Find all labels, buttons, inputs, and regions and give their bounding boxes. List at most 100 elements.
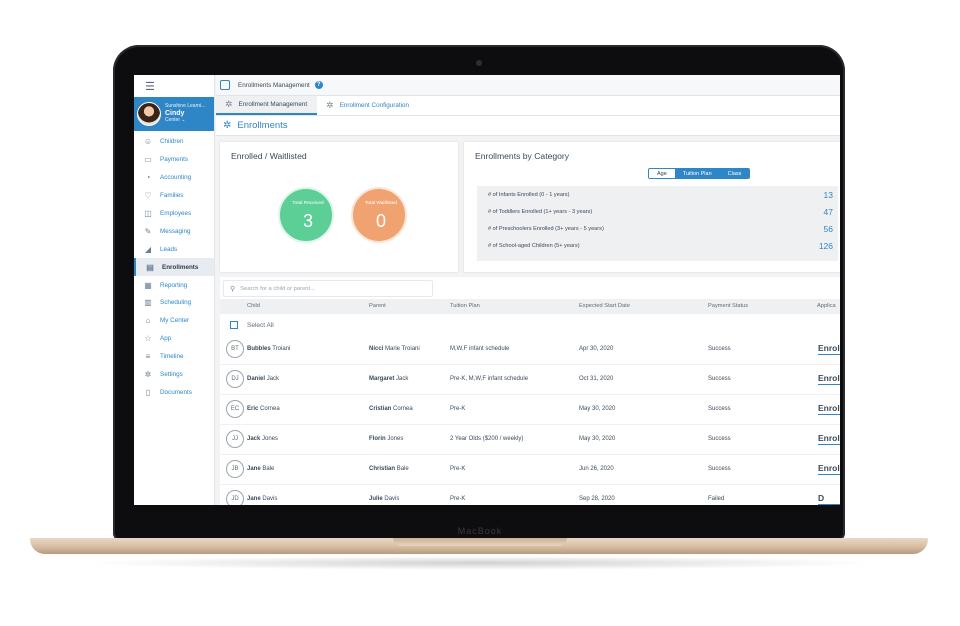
child-avatar: JD [226, 490, 244, 505]
parent-name[interactable]: Julie Davis [369, 496, 399, 502]
column-header[interactable]: Tuition Plan [450, 303, 480, 309]
sidebar-item-families[interactable]: ♡ Families [134, 187, 214, 205]
payment-status: Success [708, 436, 731, 442]
waitlisted-circle[interactable]: Total Waitlisted 0 [351, 187, 407, 243]
sidebar-item-label: App [160, 335, 172, 343]
column-header[interactable]: Payment Status [708, 303, 748, 309]
sidebar-item-label: Payments [160, 156, 188, 164]
child-name[interactable]: Daniel Jack [247, 376, 279, 382]
enroll-button[interactable]: Enroll [818, 343, 840, 355]
gear-icon: ✲ [326, 100, 334, 110]
child-name[interactable]: Bubbles Troiani [247, 346, 290, 352]
category-count[interactable]: 47 [824, 207, 833, 217]
segment-tuition-plan[interactable]: Tuition Plan [674, 169, 720, 178]
parent-name[interactable]: Florin Jones [369, 436, 403, 442]
topbar: Enrollments Management ? [216, 75, 840, 96]
sidebar-item-payments[interactable]: ▭ Payments [134, 151, 214, 169]
table-row[interactable]: EC Eric Cornea Cristian Cornea Pre-K May 30,… [220, 395, 840, 425]
reporting-icon: ▦ [144, 280, 152, 290]
column-header[interactable]: Applica [817, 303, 836, 309]
child-last-name: Jack [266, 376, 280, 382]
column-header[interactable]: Expected Start Date [579, 303, 630, 309]
sidebar-item-leads[interactable]: ◢ Leads [134, 240, 214, 258]
app-icon: ☆ [144, 334, 152, 344]
enroll-button[interactable]: D [818, 493, 840, 505]
received-circle[interactable]: Total Received 3 [278, 187, 334, 243]
enroll-button[interactable]: Enroll [818, 373, 840, 385]
parent-last-name: Cornea [393, 406, 413, 412]
sidebar-item-settings[interactable]: ✲ Settings [134, 366, 214, 384]
start-date: Jun 26, 2020 [579, 466, 614, 472]
tuition-plan: Pre-K, M,W,F infant schedule [450, 376, 529, 382]
start-date: Oct 31, 2020 [579, 376, 614, 382]
table-row[interactable]: JD Jane Davis Julie Davis Pre-K Sep 28, 2020… [220, 485, 840, 505]
sidebar-item-employees[interactable]: ◫ Employees [134, 205, 214, 223]
sidebar-item-enrollments[interactable]: ▤ Enrollments [134, 258, 214, 277]
chevron-down-icon[interactable]: ⌄ [181, 117, 185, 123]
payment-status: Success [708, 406, 731, 412]
sidebar-item-timeline[interactable]: ≡ Timeline [134, 348, 214, 366]
timeline-icon: ≡ [145, 352, 151, 362]
enroll-button[interactable]: Enroll [818, 403, 840, 415]
child-name[interactable]: Jane Davis [247, 496, 277, 502]
table-row[interactable]: JB Jane Bale Christian Bale Pre-K Jun 26, 20… [220, 455, 840, 485]
table-row[interactable]: DJ Daniel Jack Margaret Jack Pre-K, M,W,F i… [220, 365, 840, 395]
segment-class[interactable]: Class [719, 169, 750, 178]
parent-name[interactable]: Cristian Cornea [369, 406, 413, 412]
profile-card[interactable]: Sunshine Learni... Cindy Center ⌄ [134, 97, 214, 131]
parent-last-name: Jones [387, 436, 404, 442]
parent-name[interactable]: Nicci Marie Troiani [369, 346, 420, 352]
sidebar-item-scheduling[interactable]: ▥ Scheduling [134, 294, 214, 312]
children-icon: ☺ [143, 137, 153, 147]
table-row[interactable]: BT Bubbles Troiani Nicci Marie Troiani M,W,… [220, 335, 840, 365]
tab-enrollment-configuration[interactable]: ✲ Enrollment Configuration [317, 96, 419, 115]
enroll-button[interactable]: Enroll [818, 463, 840, 475]
tab-bar: ✲ Enrollment Management ✲ Enrollment Con… [216, 96, 840, 116]
sidebar-item-app[interactable]: ☆ App [134, 330, 214, 348]
category-count[interactable]: 126 [819, 241, 833, 251]
child-first-name: Jack [247, 436, 261, 442]
enroll-button[interactable]: Enroll [818, 433, 840, 445]
category-row: # of Toddlers Enrolled (1+ years - 3 yea… [477, 203, 838, 220]
column-header[interactable]: Child [247, 303, 260, 309]
tuition-plan: M,W,F infant schedule [450, 346, 510, 352]
tab-enrollment-management[interactable]: ✲ Enrollment Management [216, 96, 318, 115]
search-input[interactable]: ⚲ Search for a child or parent... [223, 280, 433, 297]
sidebar-item-accounting[interactable]: ◔ Accounting [134, 169, 214, 187]
category-label: # of School-aged Children (5+ years) [488, 242, 580, 249]
child-first-name: Daniel [247, 376, 266, 382]
parent-last-name: Bale [396, 466, 409, 472]
sidebar-item-my-center[interactable]: ⌂ My Center [134, 312, 214, 330]
sidebar-item-children[interactable]: ☺ Children [134, 133, 214, 151]
child-name[interactable]: Jane Bale [247, 466, 274, 472]
settings-icon: ✲ [144, 370, 152, 380]
help-icon[interactable]: ? [314, 81, 323, 89]
child-name[interactable]: Jack Jones [247, 436, 278, 442]
column-header[interactable]: Parent [369, 303, 386, 309]
parent-name[interactable]: Margaret Jack [369, 376, 408, 382]
sidebar-item-label: Scheduling [160, 299, 192, 307]
table-row[interactable]: JJ Jack Jones Florin Jones 2 Year Olds ($20… [220, 425, 840, 455]
segment-age[interactable]: Age [649, 169, 675, 178]
tuition-plan: Pre-K [450, 406, 466, 412]
select-all[interactable]: Select All [230, 321, 274, 329]
parent-last-name: Davis [384, 496, 400, 502]
sidebar-item-reporting[interactable]: ▦ Reporting [134, 276, 214, 294]
search-placeholder: Search for a child or parent... [240, 285, 315, 292]
category-count[interactable]: 13 [824, 190, 833, 200]
laptop-mockup: MacBook ☰ Sunshine Learni... Cindy Cente… [0, 0, 960, 626]
select-all-checkbox[interactable] [230, 321, 238, 329]
child-avatar: JJ [226, 430, 244, 448]
tuition-plan: Pre-K [450, 466, 466, 472]
child-first-name: Eric [247, 406, 259, 412]
families-icon: ♡ [144, 191, 152, 201]
sidebar-item-label: Leads [160, 245, 178, 253]
parent-name[interactable]: Christian Bale [369, 466, 409, 472]
child-last-name: Davis [262, 496, 278, 502]
hamburger-icon[interactable]: ☰ [134, 75, 214, 97]
child-name[interactable]: Eric Cornea [247, 406, 280, 412]
sidebar-item-messaging[interactable]: ✎ Messaging [134, 222, 214, 240]
category-count[interactable]: 56 [824, 224, 833, 234]
sidebar-item-documents[interactable]: ▯ Documents [134, 383, 214, 401]
category-table: # of Infants Enrolled (0 - 1 years) 13 # o… [477, 186, 838, 261]
